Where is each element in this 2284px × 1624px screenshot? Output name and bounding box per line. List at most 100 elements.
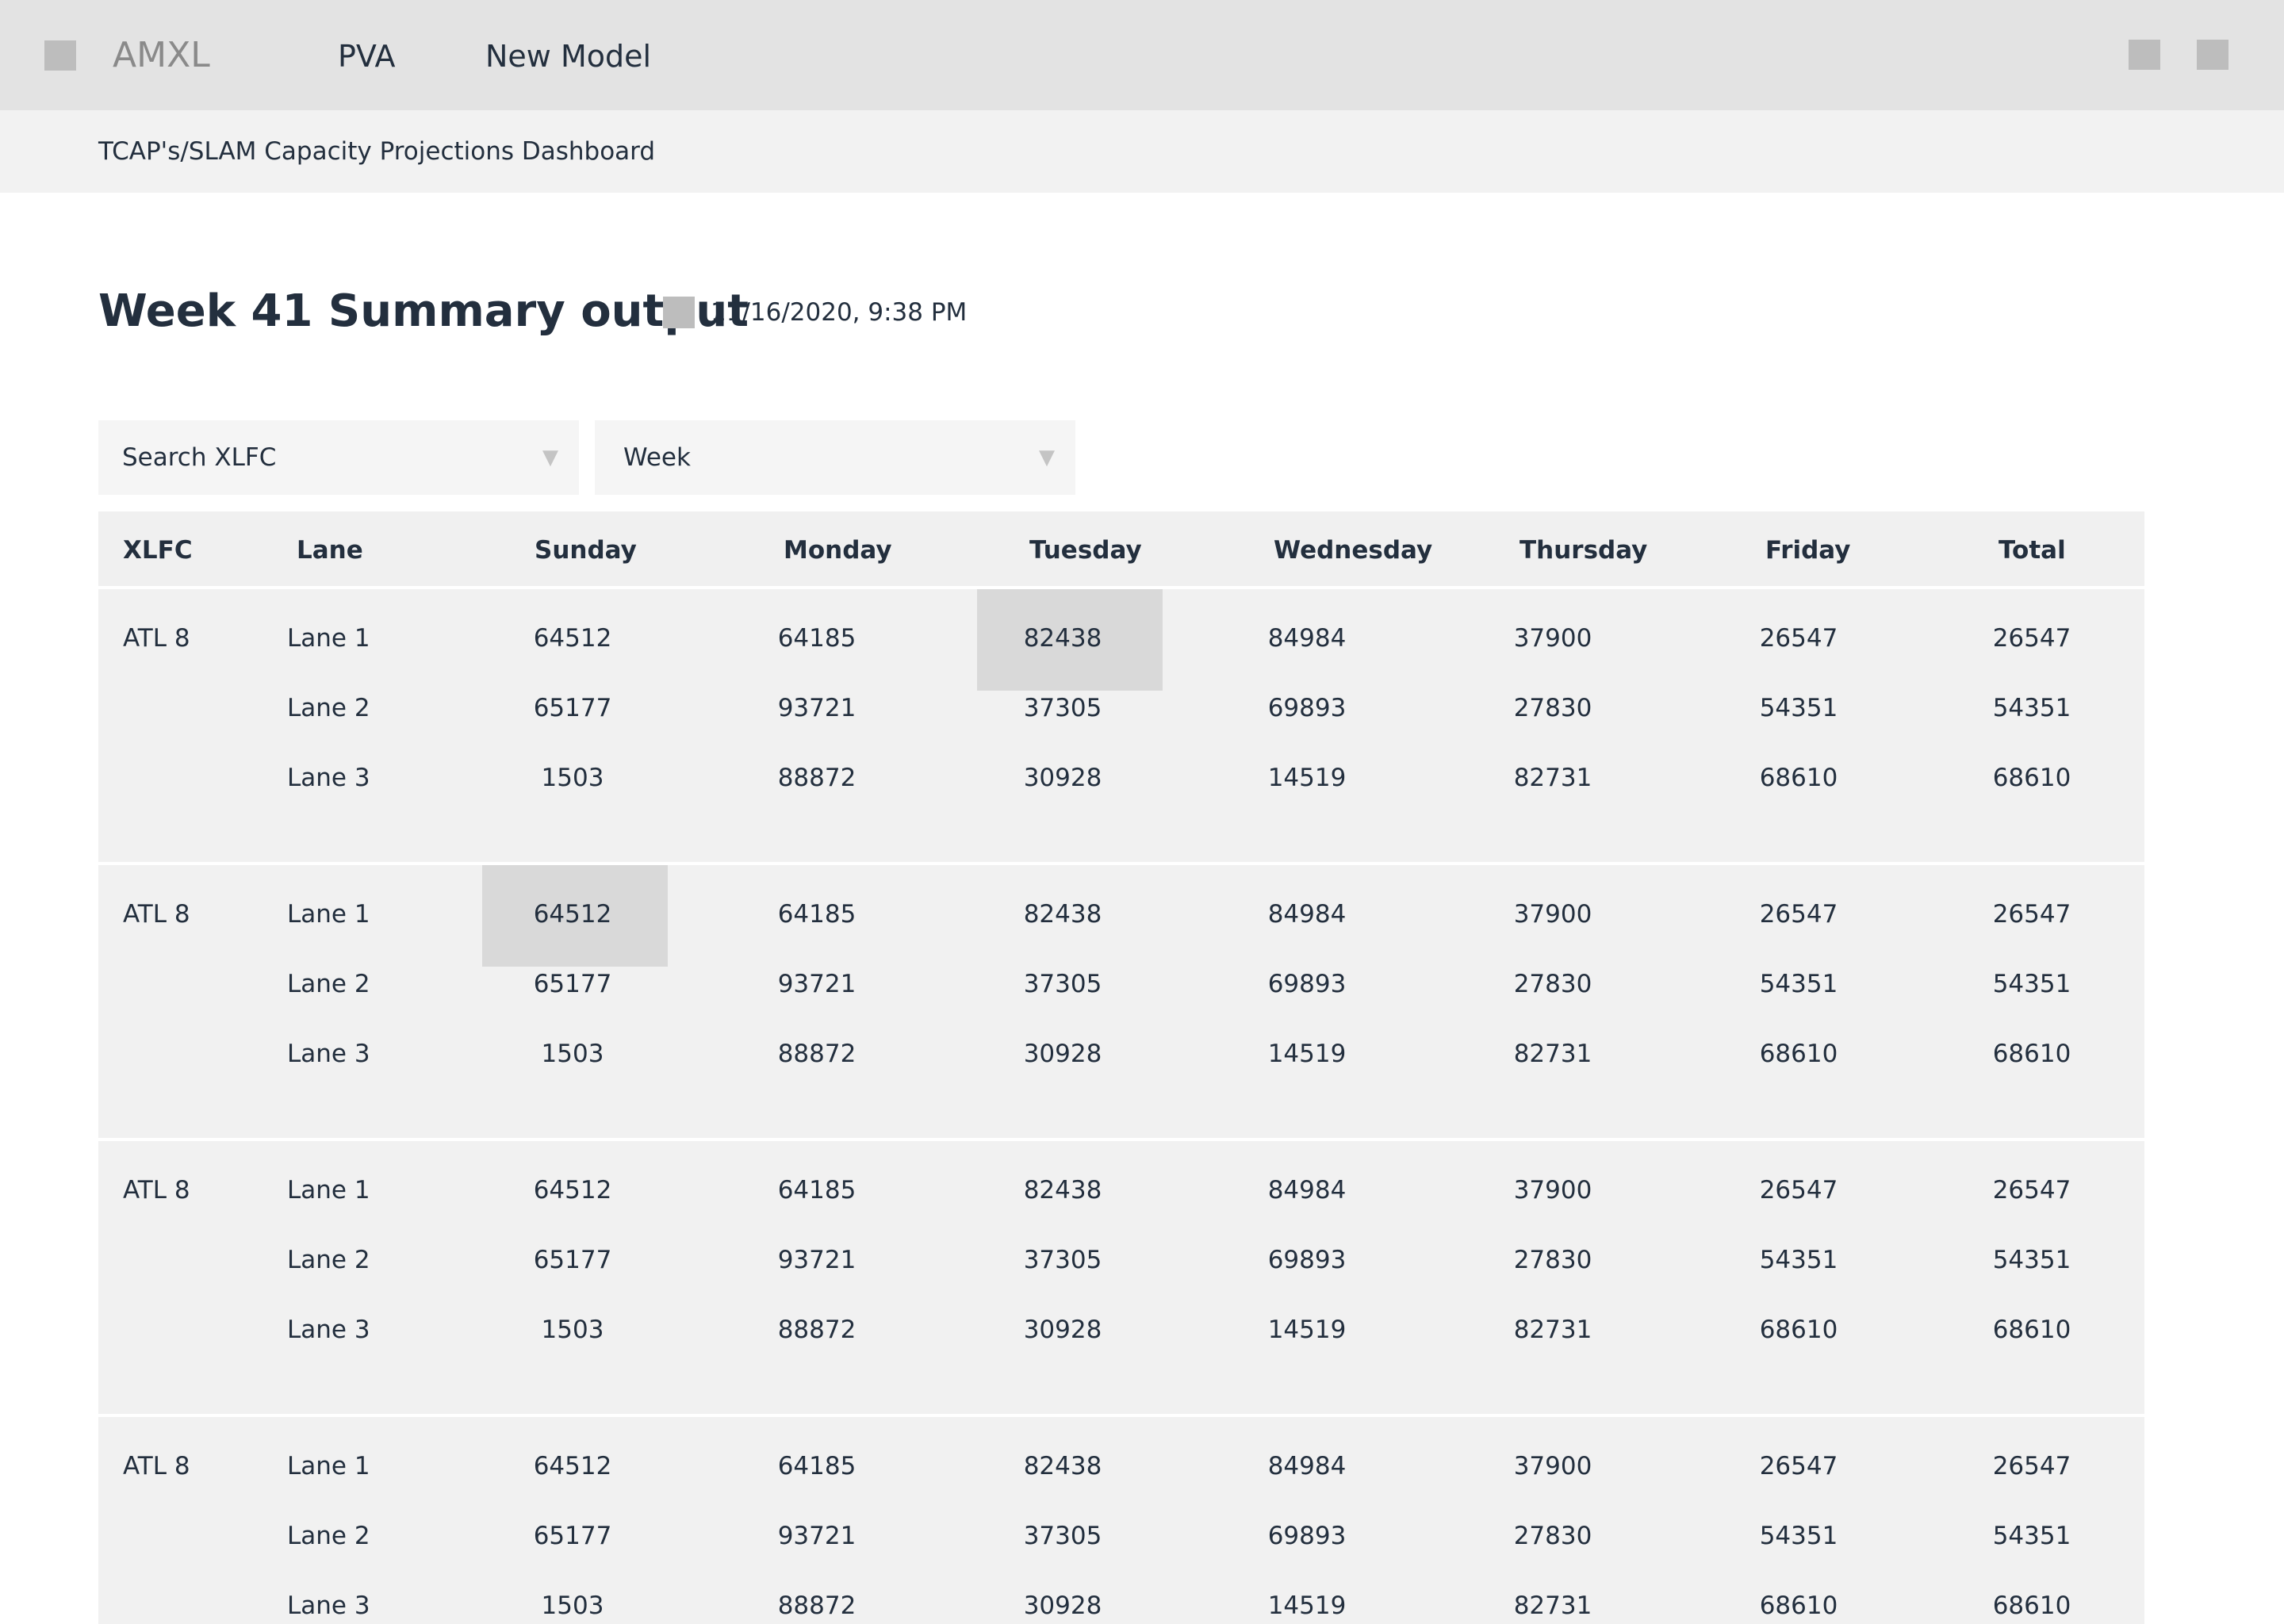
value-cell-monday[interactable]: 93721	[777, 691, 856, 726]
value-cell-sunday[interactable]: 64512	[533, 897, 612, 932]
value-cell-sunday[interactable]: 1503	[533, 1312, 612, 1347]
value-cell-monday[interactable]: 88872	[777, 1312, 856, 1347]
value-cell-tuesday[interactable]: 82438	[1023, 621, 1102, 656]
value-cell-thursday[interactable]: 27830	[1513, 1519, 1592, 1553]
info-icon[interactable]	[663, 297, 695, 328]
value-cell-friday[interactable]: 68610	[1759, 1312, 1838, 1347]
column-header-total[interactable]: Total	[1998, 511, 2066, 586]
column-header-friday[interactable]: Friday	[1765, 511, 1850, 586]
value-cell-monday[interactable]: 64185	[777, 1449, 856, 1484]
value-cell-total[interactable]: 26547	[1992, 1449, 2071, 1484]
value-cell-thursday[interactable]: 82731	[1513, 1036, 1592, 1071]
value-cell-monday[interactable]: 64185	[777, 1173, 856, 1208]
notifications-icon[interactable]	[2129, 40, 2160, 70]
value-cell-monday[interactable]: 88872	[777, 1588, 856, 1623]
value-cell-friday[interactable]: 54351	[1759, 691, 1838, 726]
value-cell-thursday[interactable]: 27830	[1513, 1243, 1592, 1277]
value-cell-friday[interactable]: 26547	[1759, 1449, 1838, 1484]
value-cell-monday[interactable]: 93721	[777, 1519, 856, 1553]
value-cell-wednesday[interactable]: 14519	[1267, 1588, 1347, 1623]
value-cell-thursday[interactable]: 37900	[1513, 1173, 1592, 1208]
value-cell-wednesday[interactable]: 14519	[1267, 1312, 1347, 1347]
value-cell-friday[interactable]: 68610	[1759, 1036, 1838, 1071]
value-cell-friday[interactable]: 26547	[1759, 897, 1838, 932]
value-cell-total[interactable]: 68610	[1992, 1036, 2071, 1071]
user-menu-icon[interactable]	[2197, 40, 2228, 70]
logo-icon[interactable]	[44, 40, 76, 71]
value-cell-tuesday[interactable]: 37305	[1023, 1519, 1102, 1553]
value-cell-wednesday[interactable]: 69893	[1267, 691, 1347, 726]
brand-name[interactable]: AMXL	[113, 0, 210, 110]
value-cell-wednesday[interactable]: 69893	[1267, 1243, 1347, 1277]
value-cell-monday[interactable]: 64185	[777, 897, 856, 932]
value-cell-thursday[interactable]: 37900	[1513, 1449, 1592, 1484]
column-header-sunday[interactable]: Sunday	[535, 511, 637, 586]
value-cell-sunday[interactable]: 64512	[533, 621, 612, 656]
value-cell-friday[interactable]: 68610	[1759, 760, 1838, 795]
value-cell-tuesday[interactable]: 82438	[1023, 1449, 1102, 1484]
column-header-lane[interactable]: Lane	[297, 511, 363, 586]
value-cell-friday[interactable]: 54351	[1759, 1243, 1838, 1277]
value-cell-thursday[interactable]: 82731	[1513, 1588, 1592, 1623]
value-cell-thursday[interactable]: 27830	[1513, 967, 1592, 1002]
value-cell-sunday[interactable]: 64512	[533, 1449, 612, 1484]
value-cell-total[interactable]: 54351	[1992, 691, 2071, 726]
column-header-tuesday[interactable]: Tuesday	[1029, 511, 1142, 586]
value-cell-thursday[interactable]: 37900	[1513, 897, 1592, 932]
value-cell-tuesday[interactable]: 82438	[1023, 897, 1102, 932]
value-cell-total[interactable]: 68610	[1992, 1588, 2071, 1623]
value-cell-tuesday[interactable]: 30928	[1023, 760, 1102, 795]
value-cell-total[interactable]: 26547	[1992, 1173, 2071, 1208]
value-cell-monday[interactable]: 88872	[777, 1036, 856, 1071]
column-header-monday[interactable]: Monday	[784, 511, 892, 586]
column-header-xlfc[interactable]: XLFC	[123, 511, 193, 586]
value-cell-tuesday[interactable]: 82438	[1023, 1173, 1102, 1208]
value-cell-total[interactable]: 54351	[1992, 1243, 2071, 1277]
value-cell-sunday[interactable]: 1503	[533, 1588, 612, 1623]
value-cell-total[interactable]: 54351	[1992, 967, 2071, 1002]
value-cell-sunday[interactable]: 1503	[533, 760, 612, 795]
week-select[interactable]: Week ▼	[595, 420, 1075, 495]
value-cell-sunday[interactable]: 65177	[533, 967, 612, 1002]
value-cell-wednesday[interactable]: 69893	[1267, 967, 1347, 1002]
value-cell-wednesday[interactable]: 84984	[1267, 1173, 1347, 1208]
value-cell-wednesday[interactable]: 14519	[1267, 760, 1347, 795]
value-cell-total[interactable]: 68610	[1992, 1312, 2071, 1347]
value-cell-thursday[interactable]: 82731	[1513, 1312, 1592, 1347]
value-cell-thursday[interactable]: 37900	[1513, 621, 1592, 656]
value-cell-tuesday[interactable]: 30928	[1023, 1588, 1102, 1623]
value-cell-sunday[interactable]: 65177	[533, 691, 612, 726]
nav-link-pva[interactable]: PVA	[338, 0, 395, 110]
value-cell-total[interactable]: 26547	[1992, 897, 2071, 932]
value-cell-sunday[interactable]: 65177	[533, 1519, 612, 1553]
value-cell-total[interactable]: 68610	[1992, 760, 2071, 795]
value-cell-friday[interactable]: 54351	[1759, 967, 1838, 1002]
value-cell-monday[interactable]: 93721	[777, 1243, 856, 1277]
value-cell-tuesday[interactable]: 37305	[1023, 1243, 1102, 1277]
value-cell-monday[interactable]: 88872	[777, 760, 856, 795]
value-cell-total[interactable]: 54351	[1992, 1519, 2071, 1553]
column-header-thursday[interactable]: Thursday	[1519, 511, 1647, 586]
value-cell-wednesday[interactable]: 84984	[1267, 897, 1347, 932]
value-cell-monday[interactable]: 64185	[777, 621, 856, 656]
xlfc-search-select[interactable]: Search XLFC ▼	[98, 420, 579, 495]
breadcrumb[interactable]: TCAP's/SLAM Capacity Projections Dashboa…	[98, 110, 655, 193]
value-cell-sunday[interactable]: 1503	[533, 1036, 612, 1071]
value-cell-tuesday[interactable]: 30928	[1023, 1036, 1102, 1071]
value-cell-total[interactable]: 26547	[1992, 621, 2071, 656]
value-cell-tuesday[interactable]: 30928	[1023, 1312, 1102, 1347]
value-cell-friday[interactable]: 54351	[1759, 1519, 1838, 1553]
value-cell-friday[interactable]: 26547	[1759, 621, 1838, 656]
column-header-wednesday[interactable]: Wednesday	[1274, 511, 1432, 586]
value-cell-friday[interactable]: 68610	[1759, 1588, 1838, 1623]
value-cell-friday[interactable]: 26547	[1759, 1173, 1838, 1208]
value-cell-sunday[interactable]: 64512	[533, 1173, 612, 1208]
value-cell-tuesday[interactable]: 37305	[1023, 967, 1102, 1002]
nav-link-new-model[interactable]: New Model	[485, 0, 651, 110]
value-cell-thursday[interactable]: 82731	[1513, 760, 1592, 795]
value-cell-sunday[interactable]: 65177	[533, 1243, 612, 1277]
value-cell-thursday[interactable]: 27830	[1513, 691, 1592, 726]
value-cell-wednesday[interactable]: 69893	[1267, 1519, 1347, 1553]
value-cell-wednesday[interactable]: 84984	[1267, 1449, 1347, 1484]
value-cell-wednesday[interactable]: 84984	[1267, 621, 1347, 656]
